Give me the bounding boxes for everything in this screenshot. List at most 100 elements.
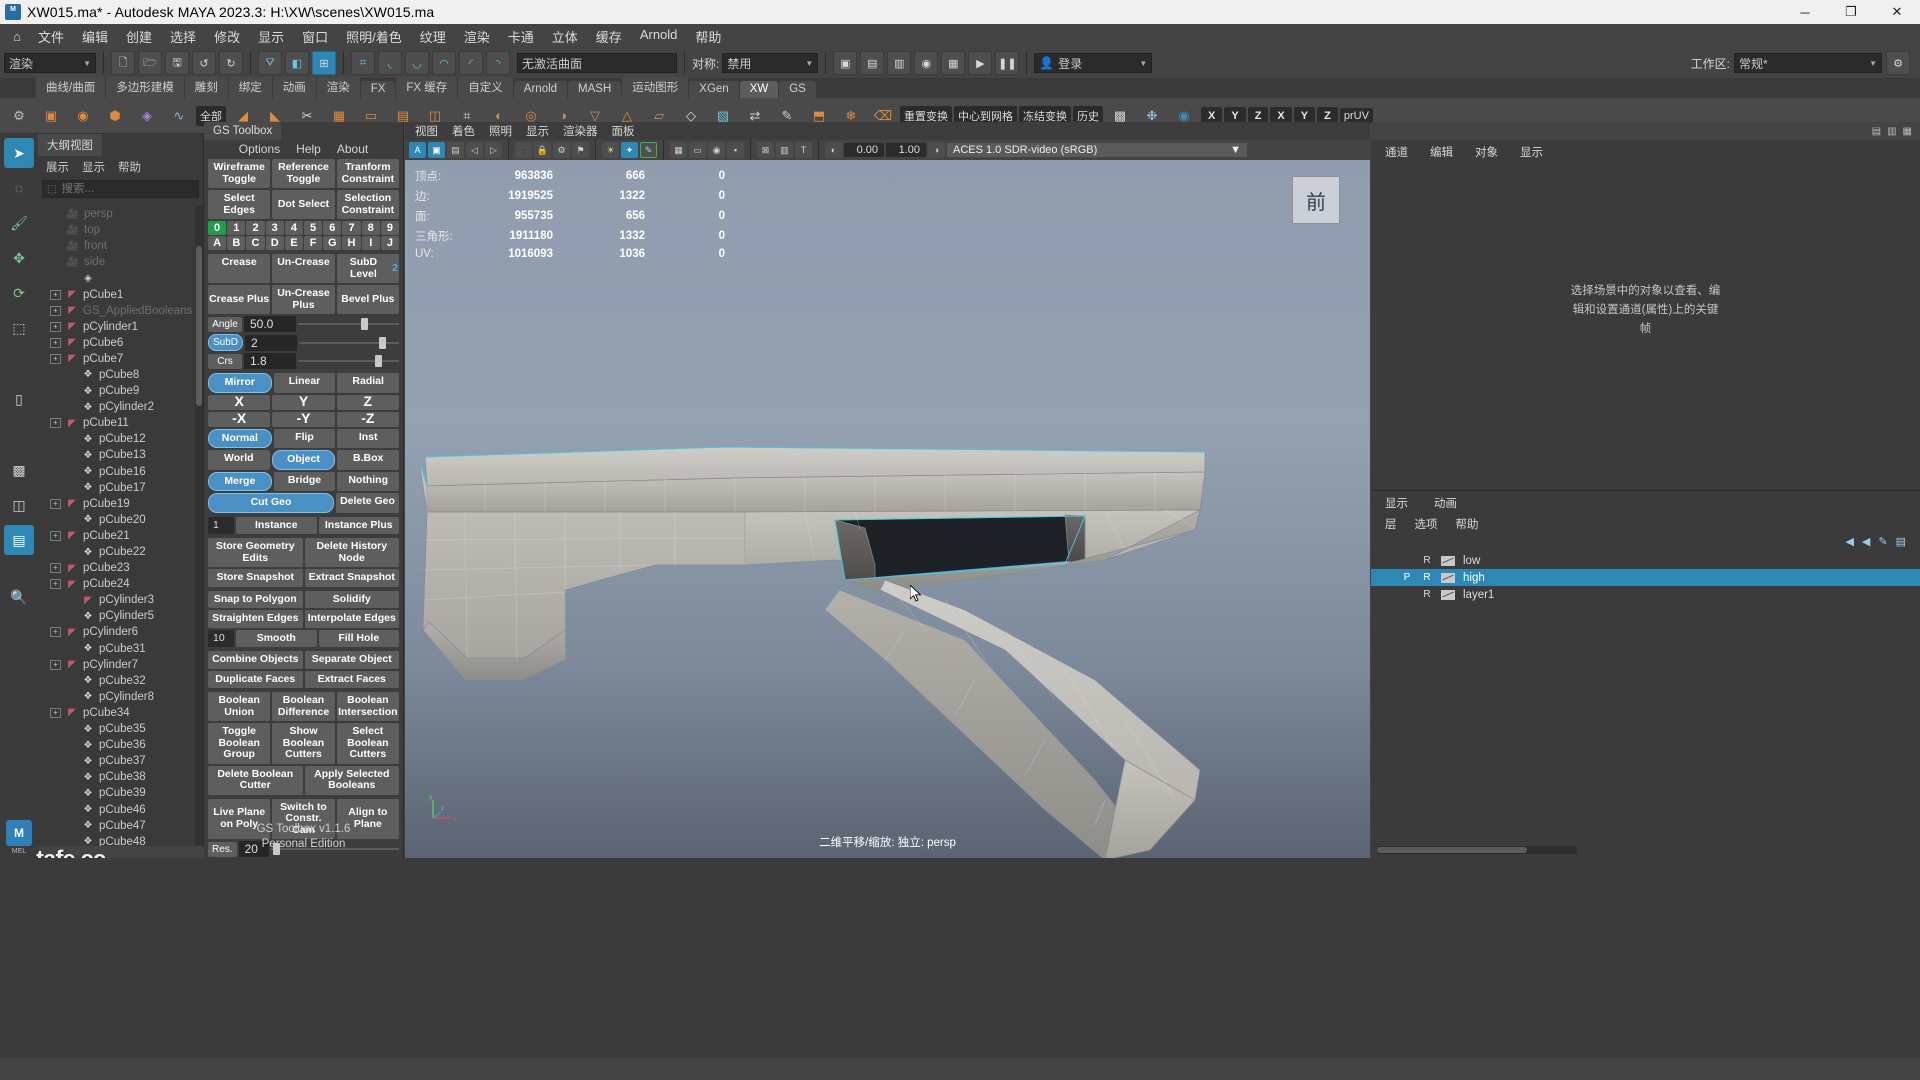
- un-crease-plus-button[interactable]: Un-Crease Plus: [272, 285, 335, 314]
- layer-new-selected-icon[interactable]: ◀: [1862, 535, 1870, 548]
- outliner-item[interactable]: ❖ pCylinder8: [38, 689, 195, 705]
- scale-tool-icon[interactable]: ⬚: [4, 313, 34, 343]
- textured-icon[interactable]: ◉: [708, 142, 725, 158]
- login-combo[interactable]: 👤 登录 ▼: [1034, 53, 1153, 73]
- merge-button[interactable]: Merge: [208, 471, 272, 491]
- delete-boolean-cutter-button[interactable]: Delete Boolean Cutter: [208, 765, 303, 795]
- paint-select-tool-icon[interactable]: 🖌: [4, 208, 34, 238]
- outliner-item[interactable]: + ◤ pCube23: [38, 560, 195, 576]
- attribute-editor-icon[interactable]: ▥: [1887, 126, 1896, 137]
- redo-button[interactable]: ↻: [219, 51, 243, 75]
- wireframe-shading-icon[interactable]: ▦: [670, 142, 687, 158]
- extract-snapshot-button[interactable]: Extract Snapshot: [304, 569, 399, 587]
- outliner-item[interactable]: ❖ pCube22: [38, 544, 195, 560]
- expand-toggle-icon[interactable]: +: [50, 563, 61, 574]
- outliner-item[interactable]: + ◤ pCube34: [38, 705, 195, 721]
- outliner-item[interactable]: + ◤ pCylinder7: [38, 657, 195, 673]
- snap-to-view-plane-button[interactable]: ◜: [459, 51, 483, 75]
- instance-count-field[interactable]: 1: [208, 516, 234, 534]
- menu-item-9[interactable]: 渲染: [456, 24, 498, 49]
- outliner-item[interactable]: ❖ pCube37: [38, 753, 195, 769]
- bbox-button[interactable]: B.Box: [337, 450, 400, 470]
- outliner-item[interactable]: ◈: [38, 270, 195, 286]
- outliner-item[interactable]: ❖ pCube36: [38, 737, 195, 753]
- menu-item-8[interactable]: 纹理: [412, 24, 454, 49]
- layer-row[interactable]: Rlayer1: [1371, 586, 1920, 603]
- object-button[interactable]: Object: [271, 450, 336, 470]
- expand-toggle-icon[interactable]: +: [50, 418, 61, 429]
- world-button[interactable]: World: [208, 450, 270, 470]
- expand-toggle-icon[interactable]: +: [50, 321, 61, 332]
- outliner-search-input[interactable]: [61, 183, 182, 195]
- interpolate-edges-button[interactable]: Interpolate Edges: [304, 610, 399, 628]
- menu-set-combo[interactable]: 渲染 ▼: [4, 53, 96, 73]
- shadow-icon[interactable]: ✦: [621, 142, 638, 158]
- gs-menu-options[interactable]: Options: [239, 142, 280, 156]
- bevel-plus-button[interactable]: Bevel Plus: [336, 285, 399, 314]
- expand-toggle-icon[interactable]: +: [50, 498, 61, 509]
- wireframe-toggle-button[interactable]: Wireframe Toggle: [208, 159, 271, 188]
- camera-icon[interactable]: 🎥: [515, 142, 532, 158]
- workspace-combo[interactable]: 常规* ▼: [1734, 53, 1882, 73]
- shelf-tab-XW[interactable]: XW: [739, 81, 779, 98]
- snap-to-projected-center-button[interactable]: ◠: [432, 51, 456, 75]
- dot-select-button[interactable]: Dot Select: [272, 190, 335, 219]
- angle-slider-row[interactable]: Angle 50.0: [208, 316, 399, 332]
- minimize-button[interactable]: ─: [1782, 0, 1828, 24]
- menu-item-13[interactable]: Arnold: [632, 24, 686, 49]
- shelf-tab-GS[interactable]: GS: [779, 81, 816, 98]
- expand-toggle-icon[interactable]: +: [50, 289, 61, 300]
- axis-x-button[interactable]: X: [208, 394, 271, 410]
- outliner-menu-2[interactable]: 帮助: [118, 159, 141, 175]
- boolean-intersection-button[interactable]: Boolean Intersection: [336, 692, 399, 721]
- outliner-item[interactable]: ❖ pCube17: [38, 480, 195, 496]
- layer-row[interactable]: P Rhigh: [1371, 569, 1920, 586]
- fill-hole-button[interactable]: Fill Hole: [318, 629, 399, 647]
- text-overlay-icon[interactable]: T: [795, 142, 812, 158]
- prev-key-icon[interactable]: ◁: [466, 142, 483, 158]
- angle-value[interactable]: 50.0: [244, 316, 296, 332]
- outliner-item[interactable]: + ◤ pCube7: [38, 351, 195, 367]
- gs-key-3[interactable]: 3: [265, 221, 284, 235]
- channel-box-icon[interactable]: ▤: [1872, 126, 1881, 137]
- outliner-item[interactable]: ❖ pCube16: [38, 464, 195, 480]
- scrollbar-thumb[interactable]: [1377, 847, 1527, 853]
- expand-toggle-icon[interactable]: +: [50, 659, 61, 670]
- viewport-3d[interactable]: 顶点: 963836 666 0 边: 1919525 1322 0 面: 955735 656 0 三…: [405, 160, 1370, 858]
- gs-key-8[interactable]: 8: [361, 221, 380, 235]
- gs-toolbox-tab[interactable]: GS Toolbox: [204, 122, 282, 140]
- combine-objects-button[interactable]: Combine Objects: [208, 651, 303, 669]
- store-snapshot-button[interactable]: Store Snapshot: [208, 569, 303, 587]
- layer-playback-toggle[interactable]: P: [1401, 572, 1413, 583]
- isolate-select-icon[interactable]: ⊠: [757, 142, 774, 158]
- outliner-item[interactable]: ❖ pCube46: [38, 801, 195, 817]
- maximize-button[interactable]: ❐: [1828, 0, 1874, 24]
- subd-slider-row[interactable]: SubD 2: [208, 334, 399, 351]
- smooth-count-field[interactable]: 10: [208, 629, 234, 647]
- menu-item-2[interactable]: 创建: [118, 24, 160, 49]
- next-key-icon[interactable]: ▷: [485, 142, 502, 158]
- flat-shading-icon[interactable]: ▪: [727, 142, 744, 158]
- gs-key-5[interactable]: 5: [304, 221, 323, 235]
- layer-reference-toggle[interactable]: R: [1421, 572, 1433, 583]
- expand-toggle-icon[interactable]: +: [50, 627, 61, 638]
- gs-key-H[interactable]: H: [342, 236, 361, 250]
- ipr-render-button[interactable]: ▤: [860, 51, 885, 75]
- select-by-hierarchy-button[interactable]: ⛛: [258, 51, 282, 75]
- outliner-item[interactable]: ◤ pCylinder3: [38, 592, 195, 608]
- outliner-tree[interactable]: 🎥 persp 🎥 top 🎥 front 🎥 side ◈ + ◤ pCube1 + ◤ GS_Appli…: [38, 206, 195, 846]
- search-icon[interactable]: 🔍: [4, 582, 34, 612]
- exposure-icon[interactable]: ◐: [825, 142, 842, 158]
- instance-plus-button[interactable]: Instance Plus: [318, 516, 399, 534]
- open-scene-button[interactable]: 🗁: [138, 51, 162, 75]
- menu-item-7[interactable]: 照明/着色: [338, 24, 410, 49]
- shelf-tab-曲线/曲面[interactable]: 曲线/曲面: [36, 77, 106, 98]
- layer-reference-toggle[interactable]: R: [1421, 555, 1433, 566]
- layer-horizontal-scrollbar[interactable]: [1377, 846, 1577, 854]
- outliner-item[interactable]: 🎥 top: [38, 222, 195, 238]
- symmetry-combo[interactable]: 禁用 ▼: [722, 53, 819, 73]
- save-scene-button[interactable]: 🖫: [165, 51, 189, 75]
- layer-color-swatch[interactable]: [1441, 572, 1455, 583]
- extract-faces-button[interactable]: Extract Faces: [304, 670, 399, 688]
- outliner-search-row[interactable]: ⬚: [42, 180, 199, 198]
